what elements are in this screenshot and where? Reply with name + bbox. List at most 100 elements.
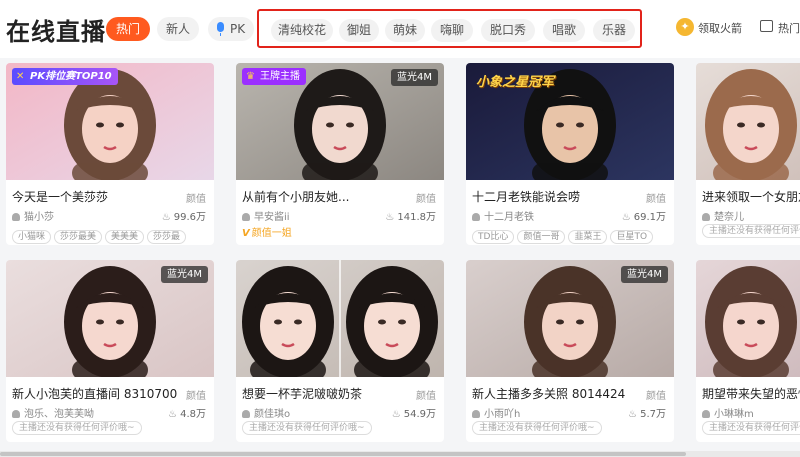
card-user[interactable]: 泡乐、泡芙芙呦: [12, 405, 94, 420]
filter-pk-label: PK: [230, 22, 246, 36]
card-popularity-value: 4.8万: [180, 409, 206, 420]
card-title[interactable]: 新人小泡芙的直播间 8310700: [12, 385, 182, 402]
tag: 小猫咪: [12, 230, 52, 244]
card-user-name: 早安酱ii: [254, 212, 290, 223]
live-card[interactable]: ✕ PK排位赛TOP10 今天是一个美莎莎 颜值 猫小莎 ♨ 99.6万 小猫咪 莎莎…: [6, 63, 214, 245]
user-icon: [242, 213, 250, 221]
live-card[interactable]: 小象之星冠军 十二月老铁能说会唠 颜值 十二月老铁 ♨ 69.1万 TD比心 颜值一…: [466, 63, 674, 245]
overlay-caption: 小象之星冠军: [476, 75, 555, 90]
portrait-image: [696, 260, 800, 377]
category-chip[interactable]: 清纯校花: [271, 19, 333, 42]
card-category: 颜值: [646, 391, 666, 402]
stream-thumbnail[interactable]: [696, 63, 800, 180]
card-user[interactable]: 小琳琳m: [702, 405, 754, 420]
card-popularity-value: 141.8万: [397, 212, 436, 223]
card-title[interactable]: 期望带来失望的恶性: [702, 385, 800, 402]
rating-pill: 主播还没有获得任何评价哦~: [242, 421, 372, 435]
fire-icon: ♨: [628, 409, 638, 420]
category-chip[interactable]: 脱口秀: [481, 19, 535, 42]
filter-hot-button[interactable]: 热门: [106, 17, 150, 41]
category-chip[interactable]: 乐器: [593, 19, 635, 42]
card-user[interactable]: 十二月老铁: [472, 208, 534, 223]
live-page: 在线直播 热门 新人 PK 清纯校花 御姐 萌妹 嗨聊 脱口秀 唱歌 乐器 ✦ …: [0, 0, 800, 457]
card-popularity: ♨ 5.7万: [628, 405, 666, 420]
tag: 颜值一哥: [517, 230, 566, 244]
card-user-name: 楚奈儿: [714, 212, 744, 223]
claim-rocket-label: 领取火箭: [698, 22, 742, 35]
tag: TD比心: [472, 230, 515, 244]
play-box-icon: [760, 20, 773, 32]
user-icon: [242, 410, 250, 418]
card-category: 颜值: [186, 391, 206, 402]
rating-pill: 主播还没有获得任何评价哦~: [702, 421, 800, 435]
rating-pill: 主播还没有获得任何评价哦~: [12, 421, 142, 435]
tag: 韭菜王: [568, 230, 608, 244]
tag: 美美美: [105, 230, 145, 244]
user-icon: [702, 410, 710, 418]
card-tags: 小猫咪 莎莎最美 美美美 莎莎最: [12, 224, 189, 244]
scrollbar-thumb[interactable]: [0, 452, 686, 456]
pk-rank-label: PK排位赛TOP10: [30, 71, 112, 82]
crossed-swords-icon: ✕: [16, 71, 25, 82]
fire-icon: ♨: [385, 212, 395, 223]
fire-icon: ♨: [621, 212, 631, 223]
card-user-name: 颜佳琪o: [254, 409, 291, 420]
page-title: 在线直播: [6, 18, 106, 46]
card-title[interactable]: 从前有个小朋友她...: [242, 188, 412, 205]
quality-badge: 蓝光4M: [391, 69, 438, 86]
card-user-name: 小琳琳m: [714, 409, 754, 420]
category-chip[interactable]: 嗨聊: [431, 19, 473, 42]
user-icon: [702, 213, 710, 221]
category-chip[interactable]: 唱歌: [543, 19, 585, 42]
quality-badge: 蓝光4M: [621, 266, 668, 283]
card-user[interactable]: 猫小莎: [12, 208, 54, 223]
rating-pill: 主播还没有获得任何评价哦~: [472, 421, 602, 435]
card-title[interactable]: 想要一杯芋泥啵啵奶茶: [242, 385, 412, 402]
live-card[interactable]: 进来领取一个女朋友 楚奈儿 主播还没有获得任何评价哦~: [696, 63, 800, 245]
category-chip[interactable]: 御姐: [339, 19, 379, 42]
card-title[interactable]: 新人主播多多关照 8014424: [472, 385, 642, 402]
live-card[interactable]: 蓝光4M 新人主播多多关照 8014424 颜值 小雨吖h ♨ 5.7万 主播还没…: [466, 260, 674, 442]
card-title[interactable]: 今天是一个美莎莎: [12, 188, 182, 205]
filter-pk-button[interactable]: PK: [208, 17, 254, 41]
user-icon: [472, 410, 480, 418]
pk-rank-badge: ✕ PK排位赛TOP10: [12, 68, 118, 85]
live-card[interactable]: 蓝光4M 新人小泡芙的直播间 8310700 颜值 泡乐、泡芙芙呦 ♨ 4.8万 …: [6, 260, 214, 442]
honor-label: V 颜值一姐: [242, 224, 292, 239]
rating-pill: 主播还没有获得任何评价哦~: [702, 224, 800, 238]
live-card[interactable]: 期望带来失望的恶性 小琳琳m 主播还没有获得任何评价哦~: [696, 260, 800, 442]
card-popularity-value: 5.7万: [640, 409, 666, 420]
card-user[interactable]: 颜佳琪o: [242, 405, 290, 420]
recommend-label: 热门: [778, 22, 800, 35]
microphone-icon: [217, 22, 224, 36]
fire-icon: ♨: [391, 409, 401, 420]
quality-badge: 蓝光4M: [161, 266, 208, 283]
card-title[interactable]: 进来领取一个女朋友: [702, 188, 800, 205]
ace-host-label: 王牌主播: [260, 71, 300, 82]
filter-new-button[interactable]: 新人: [157, 17, 199, 41]
card-user[interactable]: 楚奈儿: [702, 208, 744, 223]
horizontal-scrollbar[interactable]: [0, 451, 800, 457]
user-icon: [12, 410, 20, 418]
header-bar: 在线直播 热门 新人 PK 清纯校花 御姐 萌妹 嗨聊 脱口秀 唱歌 乐器 ✦ …: [0, 0, 800, 58]
tag: 巨星TO: [610, 230, 654, 244]
card-title[interactable]: 十二月老铁能说会唠: [472, 188, 642, 205]
portrait-image: [236, 260, 444, 377]
card-popularity-value: 54.9万: [403, 409, 436, 420]
user-icon: [12, 213, 20, 221]
stream-thumbnail[interactable]: [696, 260, 800, 377]
card-category: 颜值: [186, 194, 206, 205]
category-filter-group: 清纯校花 御姐 萌妹 嗨聊 脱口秀 唱歌 乐器: [257, 9, 642, 48]
live-card[interactable]: ♛ 王牌主播 蓝光4M 从前有个小朋友她... 颜值 早安酱ii ♨ 141.8万 …: [236, 63, 444, 245]
card-category: 颜值: [646, 194, 666, 205]
card-user[interactable]: 早安酱ii: [242, 208, 290, 223]
card-user[interactable]: 小雨吖h: [472, 405, 520, 420]
card-user-name: 小雨吖h: [484, 409, 521, 420]
tag: 莎莎最美: [54, 230, 103, 244]
card-popularity: ♨ 69.1万: [622, 208, 666, 223]
v-icon: V: [242, 228, 250, 239]
card-user-name: 十二月老铁: [484, 212, 534, 223]
category-chip[interactable]: 萌妹: [385, 19, 425, 42]
live-card[interactable]: 想要一杯芋泥啵啵奶茶 颜值 颜佳琪o ♨ 54.9万 主播还没有获得任何评价哦~: [236, 260, 444, 442]
stream-thumbnail[interactable]: [236, 260, 444, 377]
